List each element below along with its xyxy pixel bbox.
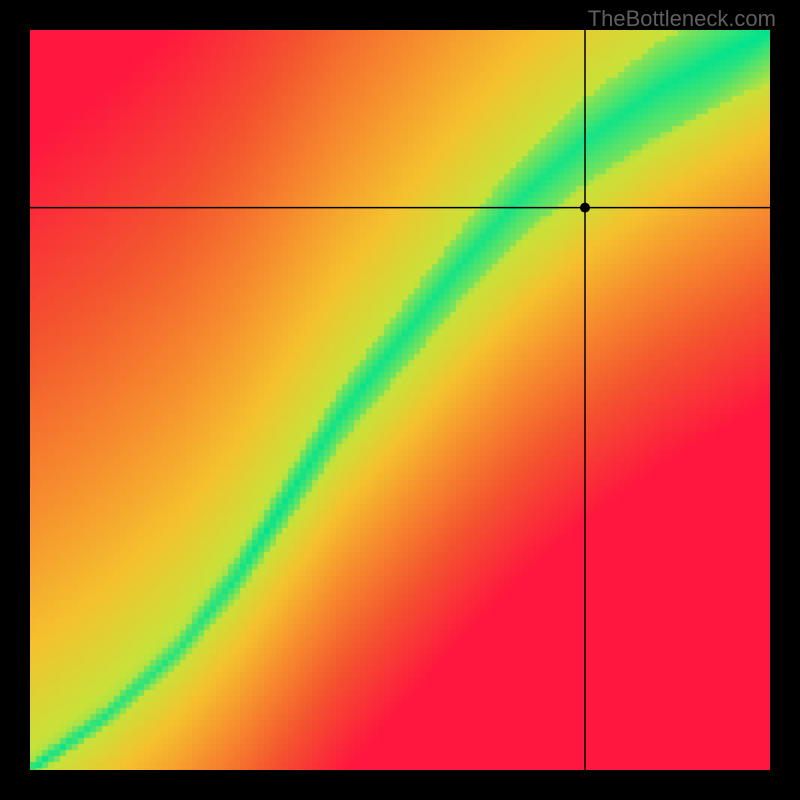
watermark-text: TheBottleneck.com bbox=[588, 6, 776, 32]
chart-container: TheBottleneck.com bbox=[0, 0, 800, 800]
heatmap-canvas bbox=[30, 30, 770, 770]
